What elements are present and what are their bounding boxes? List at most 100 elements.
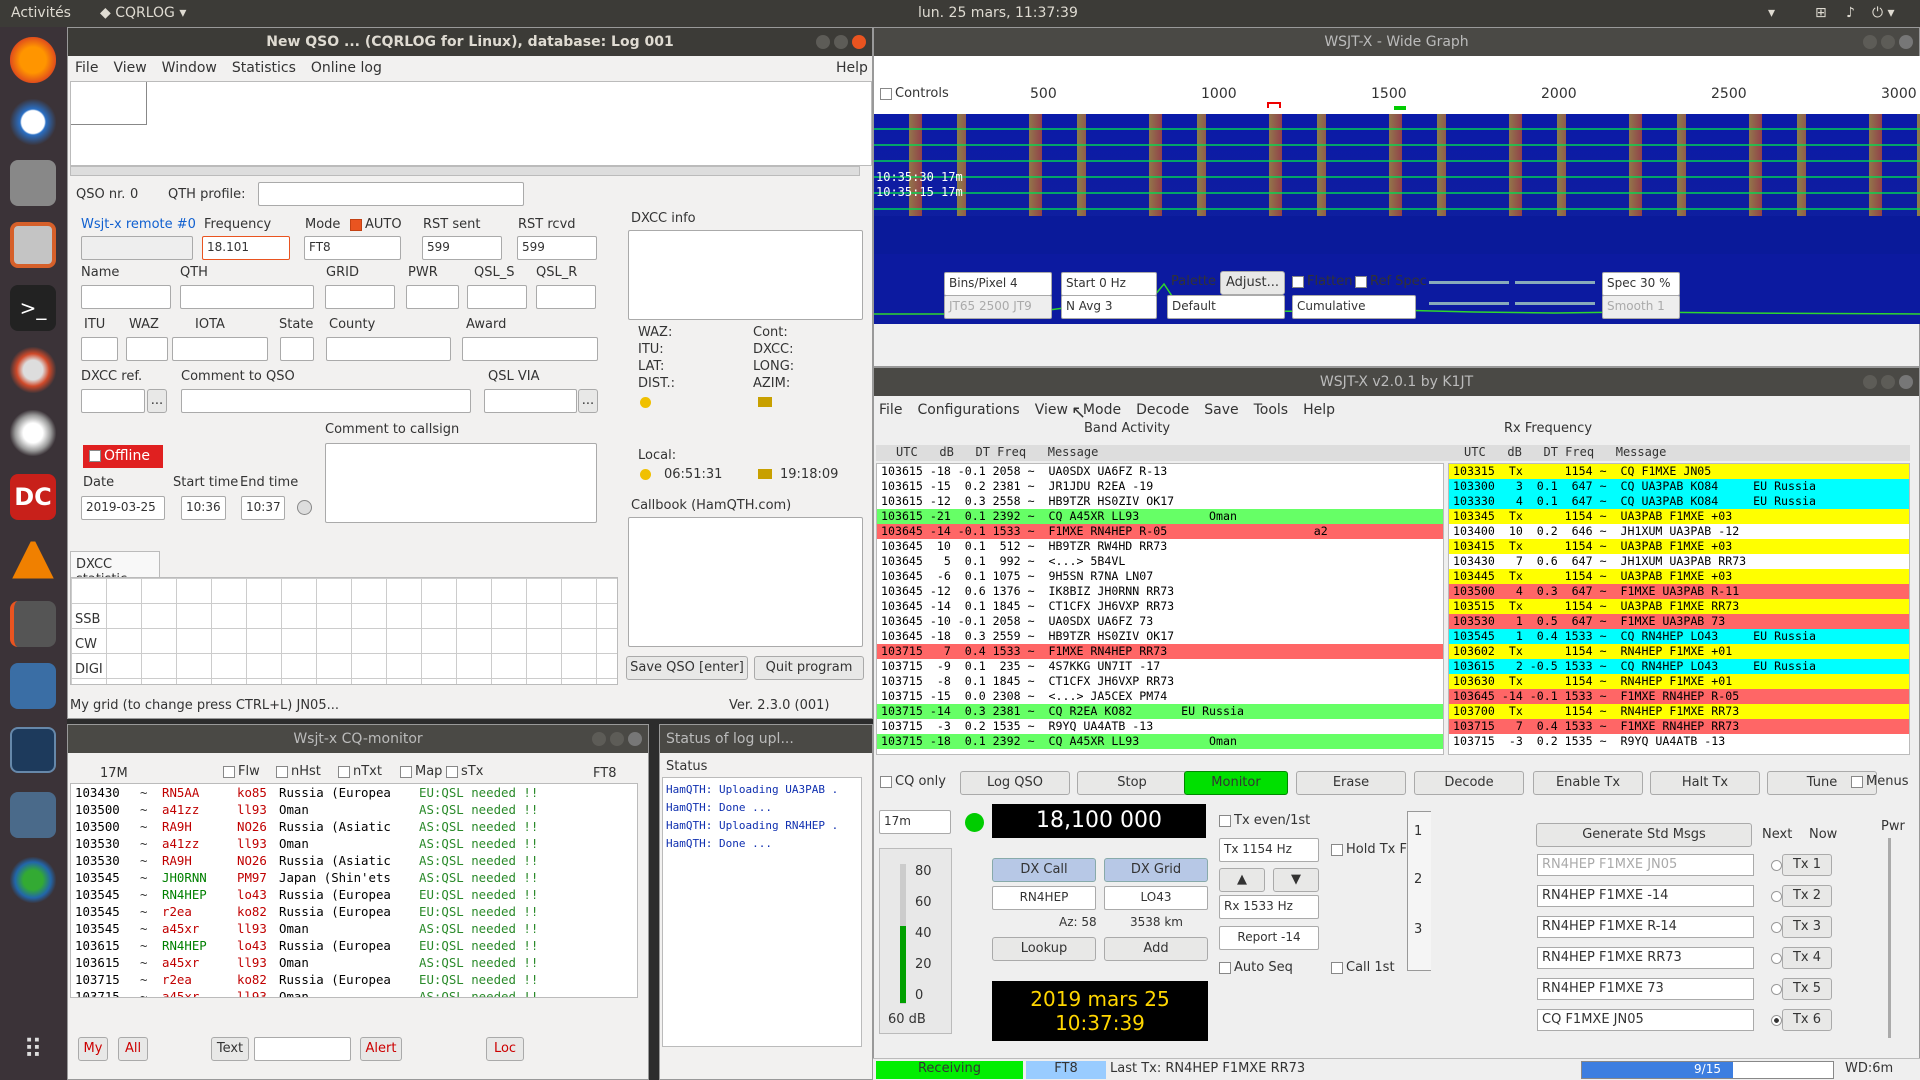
cq-row[interactable]: 103545 ~ r2ea ko82 Russia (Europea EU:QSL nee…	[71, 903, 637, 920]
menu-save[interactable]: Save	[1204, 402, 1238, 418]
decode-row[interactable]: 103645 5 0.1 992 ~ <...> 5B4VL	[877, 554, 1443, 569]
rx-frequency-list[interactable]: 103315 Tx 1154 ~ CQ F1MXE JN05 103300 3 0…	[1448, 463, 1910, 755]
quit-program-button[interactable]: Quit program	[754, 656, 864, 680]
decode-row[interactable]: 103630 Tx 1154 ~ RN4HEP F1MXE +01	[1449, 674, 1909, 689]
name-field[interactable]	[81, 285, 171, 309]
dxcc-ref-field[interactable]	[81, 389, 145, 413]
firefox-icon[interactable]	[10, 37, 56, 83]
cqrlog-icon[interactable]	[10, 601, 56, 647]
tx1-button[interactable]: Tx 1	[1782, 854, 1832, 876]
text-button[interactable]: Text	[211, 1037, 249, 1061]
start-hz[interactable]: Start 0 Hz	[1061, 272, 1157, 296]
alert-button[interactable]: Alert	[360, 1037, 402, 1061]
tx-even-checkbox[interactable]: Tx even/1st	[1219, 813, 1310, 828]
auto-checkbox[interactable]: AUTO	[350, 217, 402, 232]
maximize-icon[interactable]	[1881, 375, 1895, 389]
qsl-s-select[interactable]	[467, 285, 527, 309]
power-slider[interactable]	[1888, 838, 1891, 1038]
opt-flw[interactable]: Flw	[223, 764, 260, 779]
decode-row[interactable]: 103700 Tx 1154 ~ RN4HEP F1MXE RR73	[1449, 704, 1909, 719]
decode-row[interactable]: 103715 -3 0.2 1535 ~ R9YQ UA4ATB -13	[877, 719, 1443, 734]
maximize-icon[interactable]	[610, 732, 624, 746]
rst-rcvd-field[interactable]: 599	[517, 236, 597, 260]
maximize-icon[interactable]	[1881, 35, 1895, 49]
menu-view[interactable]: View	[113, 60, 146, 76]
decode-row[interactable]: 103400 10 0.2 646 ~ JH1XUM UA3PAB -12	[1449, 524, 1909, 539]
tx6-next-radio[interactable]	[1771, 1015, 1782, 1026]
slider-3[interactable]	[1429, 302, 1509, 305]
palette-select[interactable]: Default	[1167, 295, 1285, 319]
minimize-icon[interactable]	[816, 35, 830, 49]
date-field[interactable]: 2019-03-25	[81, 496, 165, 520]
menu-mode[interactable]: Mode	[1083, 402, 1121, 418]
archive-icon[interactable]	[10, 222, 56, 268]
cq-row[interactable]: 103500 ~ RA9H NO26 Russia (Asiatic AS:QSL nee…	[71, 818, 637, 835]
call-1st-checkbox[interactable]: Call 1st	[1331, 960, 1395, 975]
tx4-next-radio[interactable]	[1771, 953, 1782, 964]
menu-file[interactable]: File	[75, 60, 98, 76]
menu-decode[interactable]: Decode	[1136, 402, 1189, 418]
camera-icon[interactable]	[10, 160, 56, 206]
decode-row[interactable]: 103615 -21 0.1 2392 ~ CQ A45XR LL93 Oman	[877, 509, 1443, 524]
ref-spec-checkbox[interactable]: Ref Spec	[1355, 274, 1427, 289]
modem-icon[interactable]	[10, 792, 56, 838]
cq-row[interactable]: 103615 ~ RN4HEP lo43 Russia (Europea EU:QSL n…	[71, 937, 637, 954]
cq-row[interactable]: 103715 ~ a45xr ll93 Oman AS:QSL needed !!	[71, 988, 637, 997]
tx3-message[interactable]: RN4HEP F1MXE R-14	[1537, 916, 1754, 938]
wsjtx-icon[interactable]	[10, 727, 56, 773]
arrow-down-icon[interactable]: ▼	[1273, 868, 1319, 892]
jt65-field[interactable]: JT65 2500 JT9	[944, 295, 1052, 319]
waz-field[interactable]	[126, 337, 168, 361]
menu-statistics[interactable]: Statistics	[232, 60, 296, 76]
decode-row[interactable]: 103330 4 0.1 647 ~ CQ UA3PAB KO84 EU Rus…	[1449, 494, 1909, 509]
tx5-next-radio[interactable]	[1771, 984, 1782, 995]
remote-field[interactable]	[81, 236, 193, 260]
menu-help[interactable]: Help	[836, 60, 868, 76]
cq-row[interactable]: 103530 ~ a41zz ll93 Oman AS:QSL needed !!	[71, 835, 637, 852]
close-icon[interactable]	[1899, 35, 1913, 49]
decode-row[interactable]: 103645 -10 -0.1 2058 ~ UA0SDX UA6FZ 73	[877, 614, 1443, 629]
clock[interactable]: lun. 25 mars, 11:37:39	[918, 5, 1078, 21]
grid-field[interactable]	[325, 285, 395, 309]
decode-row[interactable]: 103515 Tx 1154 ~ UA3PAB F1MXE RR73	[1449, 599, 1909, 614]
tab-2[interactable]: 2	[1414, 872, 1422, 887]
decode-row[interactable]: 103602 Tx 1154 ~ RN4HEP F1MXE +01	[1449, 644, 1909, 659]
tx4-message[interactable]: RN4HEP F1MXE RR73	[1537, 947, 1754, 969]
decode-row[interactable]: 103715 -15 0.0 2308 ~ <...> JA5CEX PM74	[877, 689, 1443, 704]
report-field[interactable]: Report -14	[1219, 926, 1319, 950]
thunderbird-icon[interactable]	[10, 99, 56, 145]
dc-icon[interactable]: DC	[10, 474, 56, 520]
tx-freq-field[interactable]: Tx 1154 Hz	[1219, 838, 1319, 862]
pwr-field[interactable]	[406, 285, 459, 309]
decode-row[interactable]: 103500 4 0.3 647 ~ F1MXE UA3PAB R-11	[1449, 584, 1909, 599]
minimize-icon[interactable]	[592, 732, 606, 746]
decode-row[interactable]: 103645 -14 0.1 1845 ~ CT1CFX JH6VXP RR73	[877, 599, 1443, 614]
text-filter-input[interactable]	[254, 1037, 351, 1061]
gain-slider[interactable]	[1429, 281, 1509, 284]
cq-row[interactable]: 103530 ~ RA9H NO26 Russia (Asiatic AS:QSL nee…	[71, 852, 637, 869]
comment-callsign-field[interactable]	[325, 443, 597, 523]
loc-button[interactable]: Loc	[486, 1037, 524, 1061]
cq-row[interactable]: 103615 ~ a45xr ll93 Oman AS:QSL needed !!	[71, 954, 637, 971]
tx3-next-radio[interactable]	[1771, 922, 1782, 933]
n-avg[interactable]: N Avg 3	[1061, 295, 1157, 319]
tab-1[interactable]: 1	[1414, 824, 1422, 839]
decode-row[interactable]: 103530 1 0.5 647 ~ F1MXE UA3PAB 73	[1449, 614, 1909, 629]
app-menu[interactable]: ◆ CQRLOG ▾	[100, 5, 186, 21]
tx3-button[interactable]: Tx 3	[1782, 916, 1832, 938]
decode-row[interactable]: 103415 Tx 1154 ~ UA3PAB F1MXE +03	[1449, 539, 1909, 554]
tx5-button[interactable]: Tx 5	[1782, 978, 1832, 1000]
comment-qso-field[interactable]	[181, 389, 471, 413]
mode-select[interactable]: FT8	[304, 236, 401, 260]
add-button[interactable]: Add	[1104, 937, 1208, 961]
decode-row[interactable]: 103715 -8 0.1 1845 ~ CT1CFX JH6VXP RR73	[877, 674, 1443, 689]
tx4-button[interactable]: Tx 4	[1782, 947, 1832, 969]
decode-row[interactable]: 103715 7 0.4 1533 ~ F1MXE RN4HEP RR73	[1449, 719, 1909, 734]
smooth-field[interactable]: Smooth 1	[1602, 295, 1680, 319]
tx2-message[interactable]: RN4HEP F1MXE -14	[1537, 885, 1754, 907]
decode-row[interactable]: 103645 -6 0.1 1075 ~ 9H5SN R7NA LN07	[877, 569, 1443, 584]
start-time-field[interactable]: 10:36	[181, 496, 226, 520]
my-button[interactable]: My	[78, 1037, 108, 1061]
enable-tx-button[interactable]: Enable Tx	[1533, 771, 1643, 795]
zero-slider[interactable]	[1515, 281, 1595, 284]
